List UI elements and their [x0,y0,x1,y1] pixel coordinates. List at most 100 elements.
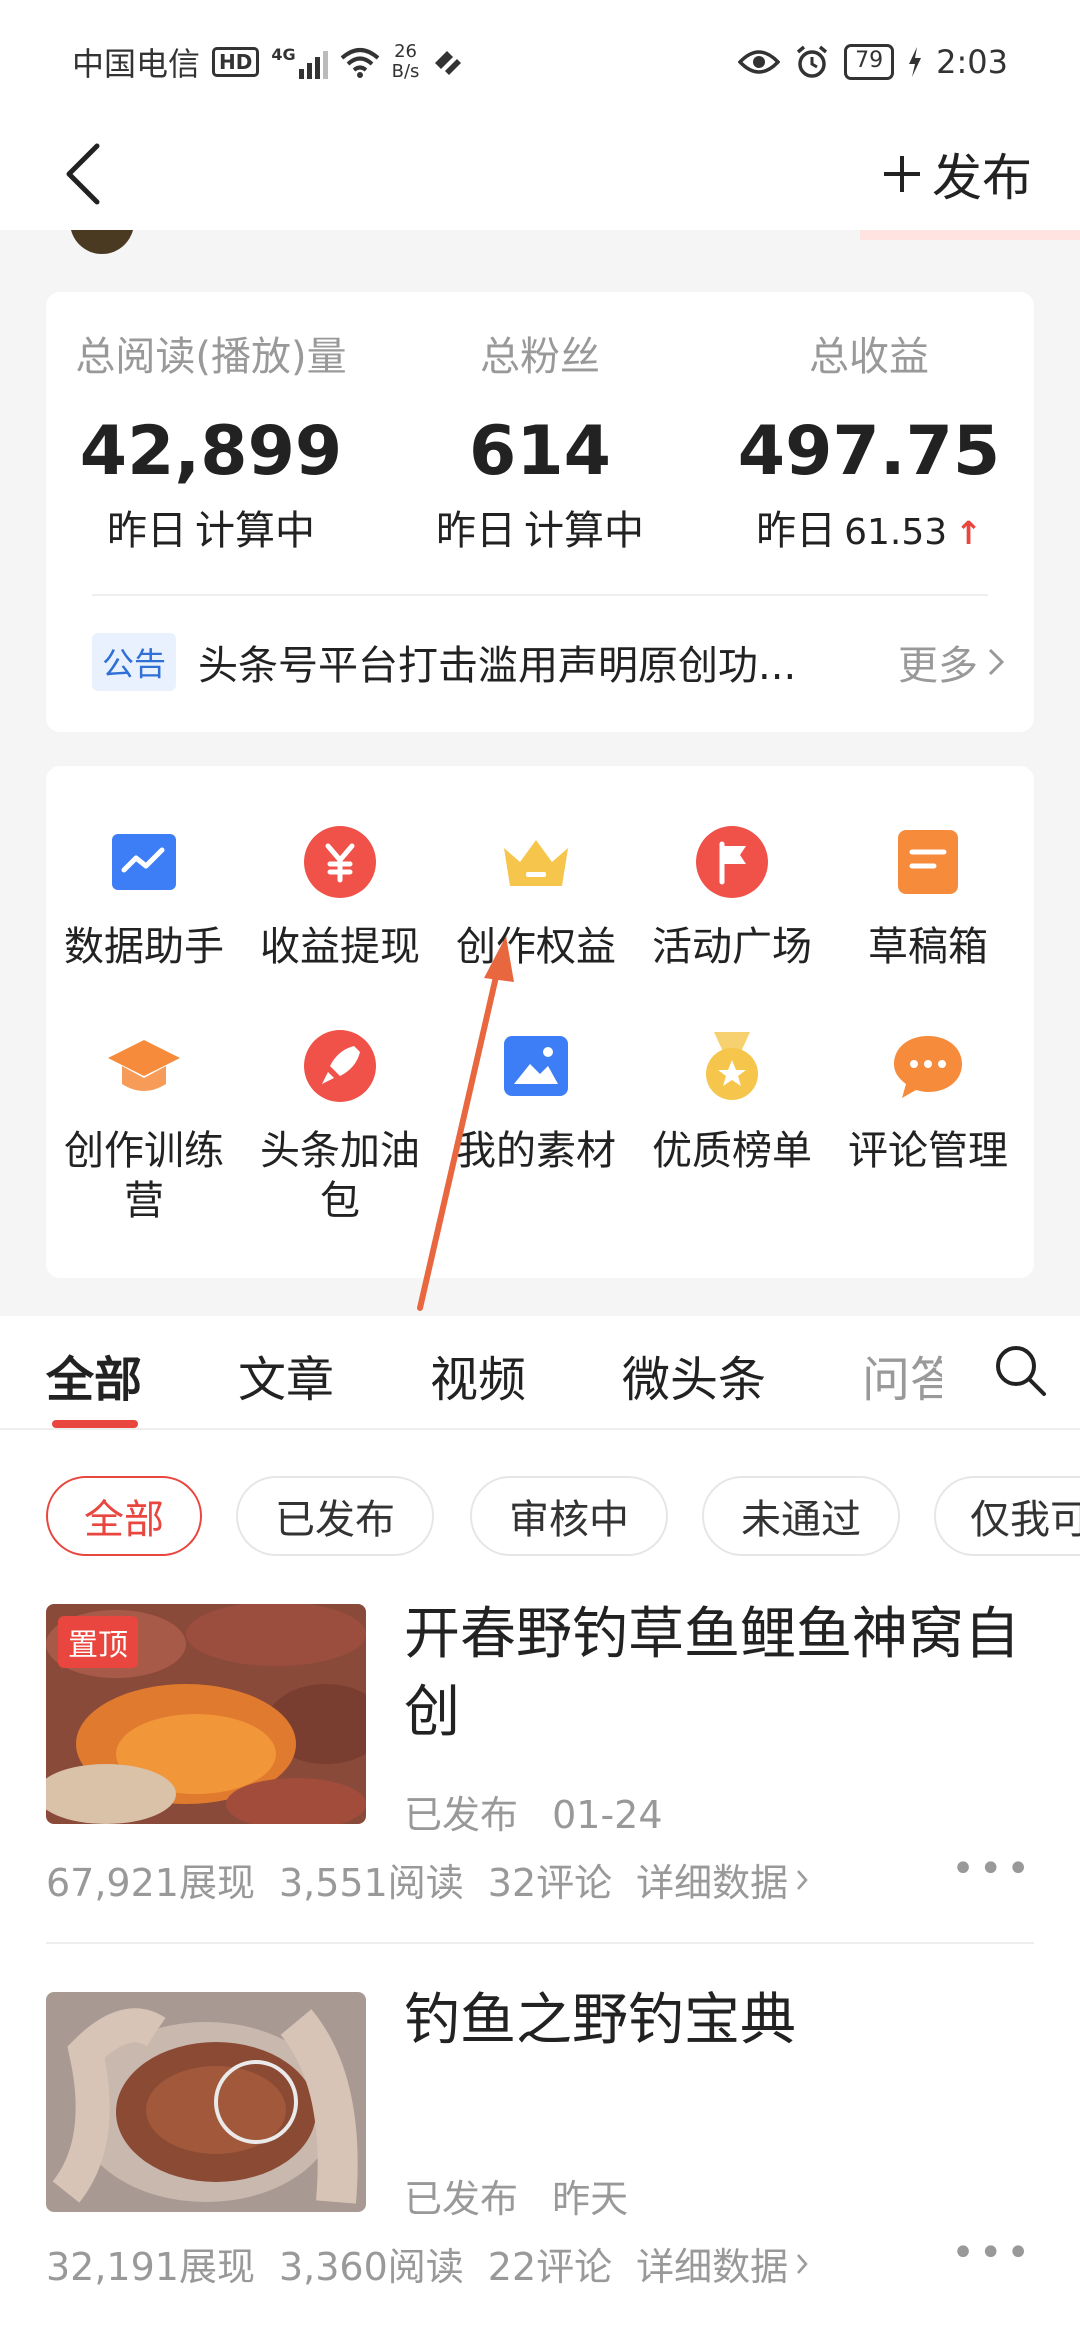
hd-badge: HD [212,47,260,77]
stat-label: 总收益 [809,334,929,380]
article-title[interactable]: 钓鱼之野钓宝典 [404,1982,1044,2060]
yuan-icon [304,826,376,898]
chevron-right-icon [797,1869,808,1890]
back-button[interactable] [48,136,118,212]
stat-yesterday-value: 61.53 [844,512,948,553]
article-title[interactable]: 开春野钓草鱼鲤鱼神窝自创 [404,1596,1044,1752]
stat-yesterday: 昨日 计算中 [46,498,376,556]
tool-label-line: 头条加油 [260,1128,420,1174]
flag-icon [696,826,768,898]
filter-all[interactable]: 全部 [46,1476,202,1556]
tool-label: 收益提现 [260,924,420,970]
tool-label: 头条加油 包 [242,1126,438,1226]
crown-icon [504,840,568,886]
tool-label: 我的素材 [456,1128,616,1174]
wifi-icon [340,48,379,78]
tool-label: 数据助手 [64,924,224,970]
stat-label: 总粉丝 [480,334,600,380]
filter-under-review[interactable]: 审核中 [470,1476,668,1556]
tool-data-assistant[interactable]: 数据助手 [46,824,242,972]
stat-yesterday-value: 计算中 [195,508,315,554]
tool-label-line: 营 [124,1178,164,1224]
filter-published[interactable]: 已发布 [236,1476,434,1556]
comment-icon [894,1036,962,1098]
tab-articles[interactable]: 文章 [238,1340,334,1410]
tool-creator-rights[interactable]: 创作权益 [438,824,634,972]
tool-comment-management[interactable]: 评论管理 [830,1028,1026,1176]
stat-total-reads[interactable]: 总阅读(播放)量 42,899 昨日 计算中 [46,324,376,556]
stat-value: 497.75 [737,412,1001,491]
detail-data-label: 详细数据 [636,2245,789,2289]
announcement-more-link[interactable]: 更多 [898,633,1004,691]
nav-bar: 发布 [0,118,1080,230]
article-item[interactable]: 置顶 开春野钓草鱼鲤鱼神窝自创 已发布 01-24 67,921展现 3,551… [0,1580,1080,1954]
tool-label: 活动广场 [652,924,812,970]
announcement-row[interactable]: 公告 头条号平台打击滥用声明原创功... 更多 [92,632,1004,692]
tool-creator-training-camp[interactable]: 创作训练 营 [46,1028,242,1226]
search-icon[interactable] [990,1340,1050,1400]
stat-yesterday-value: 计算中 [524,508,644,554]
article-date: 昨天 [552,2177,629,2221]
medal-icon [706,1032,758,1100]
tool-activity-square[interactable]: 活动广场 [634,824,830,972]
publish-button[interactable]: 发布 [882,136,1032,212]
stat-value: 614 [469,412,611,491]
announcement-text[interactable]: 头条号平台打击滥用声明原创功... [198,633,838,691]
chart-icon [112,834,176,890]
net-speed: 26 B/s [392,42,420,82]
creator-tools-grid: 数据助手 收益提现 创作权益 活动广场 草稿箱 创作训练 营 头条加油 包 我的… [46,766,1034,1278]
tool-toutiao-boost-pack[interactable]: 头条加油 包 [242,1028,438,1226]
article-meta: 已发布 01-24 [404,1784,663,1839]
tool-label: 优质榜单 [652,1128,812,1174]
stat-label: 总阅读(播放)量 [75,334,347,380]
divider [46,1942,1034,1944]
article-thumbnail[interactable] [46,1992,366,2212]
tool-earnings-withdraw[interactable]: 收益提现 [242,824,438,972]
tool-label: 创作权益 [456,924,616,970]
chevron-right-icon [797,2253,808,2274]
tab-videos[interactable]: 视频 [430,1340,526,1410]
alarm-icon [797,45,828,78]
reads-count: 3,551阅读 [278,1861,464,1905]
tool-drafts[interactable]: 草稿箱 [830,824,1026,972]
more-label: 更多 [898,643,978,689]
pinned-badge: 置顶 [58,1616,138,1668]
detail-data-label: 详细数据 [636,1861,789,1905]
tool-my-materials[interactable]: 我的素材 [438,1028,634,1176]
filter-rejected[interactable]: 未通过 [702,1476,900,1556]
article-status: 已发布 [404,1793,519,1837]
back-arrow-icon [66,143,100,205]
battery-indicator: 79 [844,44,895,80]
more-options-icon[interactable]: ••• [951,1846,1034,1892]
reads-count: 3,360阅读 [278,2245,464,2289]
tool-quality-rankings[interactable]: 优质榜单 [634,1028,830,1176]
article-stats: 32,191展现 3,360阅读 22评论 详细数据 [46,2236,808,2291]
draft-icon [898,830,958,894]
stat-total-fans[interactable]: 总粉丝 614 昨日 计算中 [375,324,705,556]
status-filters: 全部 已发布 审核中 未通过 仅我可见 [0,1430,1080,1580]
stat-total-earnings[interactable]: 总收益 497.75 昨日 61.53 ↑ [704,324,1034,556]
tab-qa[interactable]: 问答 [862,1340,942,1410]
trend-up-icon: ↑ [955,514,982,552]
clock-time: 2:03 [936,43,1008,81]
stat-yesterday-label: 昨日 [107,508,187,554]
article-meta: 已发布 昨天 [404,2168,628,2223]
tool-label: 草稿箱 [868,924,988,970]
graduation-cap-icon [108,1040,180,1091]
tool-label: 评论管理 [848,1128,1008,1174]
article-item[interactable]: 钓鱼之野钓宝典 已发布 昨天 32,191展现 3,360阅读 22评论 详细数… [0,1954,1080,2340]
more-options-icon[interactable]: ••• [951,2230,1034,2276]
detail-data-link[interactable]: 详细数据 [636,2236,808,2291]
publish-label: 发布 [932,149,1032,207]
comments-count: 32评论 [487,1861,613,1905]
net-speed-unit: B/s [391,61,420,82]
tab-all[interactable]: 全部 [46,1340,142,1410]
active-tab-indicator [52,1420,138,1428]
article-thumbnail[interactable]: 置顶 [46,1604,366,1824]
net-speed-value: 26 [394,41,417,62]
app-notification-icon [435,51,462,75]
filter-private[interactable]: 仅我可见 [934,1476,1080,1556]
plus-icon [884,156,920,192]
detail-data-link[interactable]: 详细数据 [636,1852,808,1907]
tab-micro-posts[interactable]: 微头条 [622,1340,766,1410]
